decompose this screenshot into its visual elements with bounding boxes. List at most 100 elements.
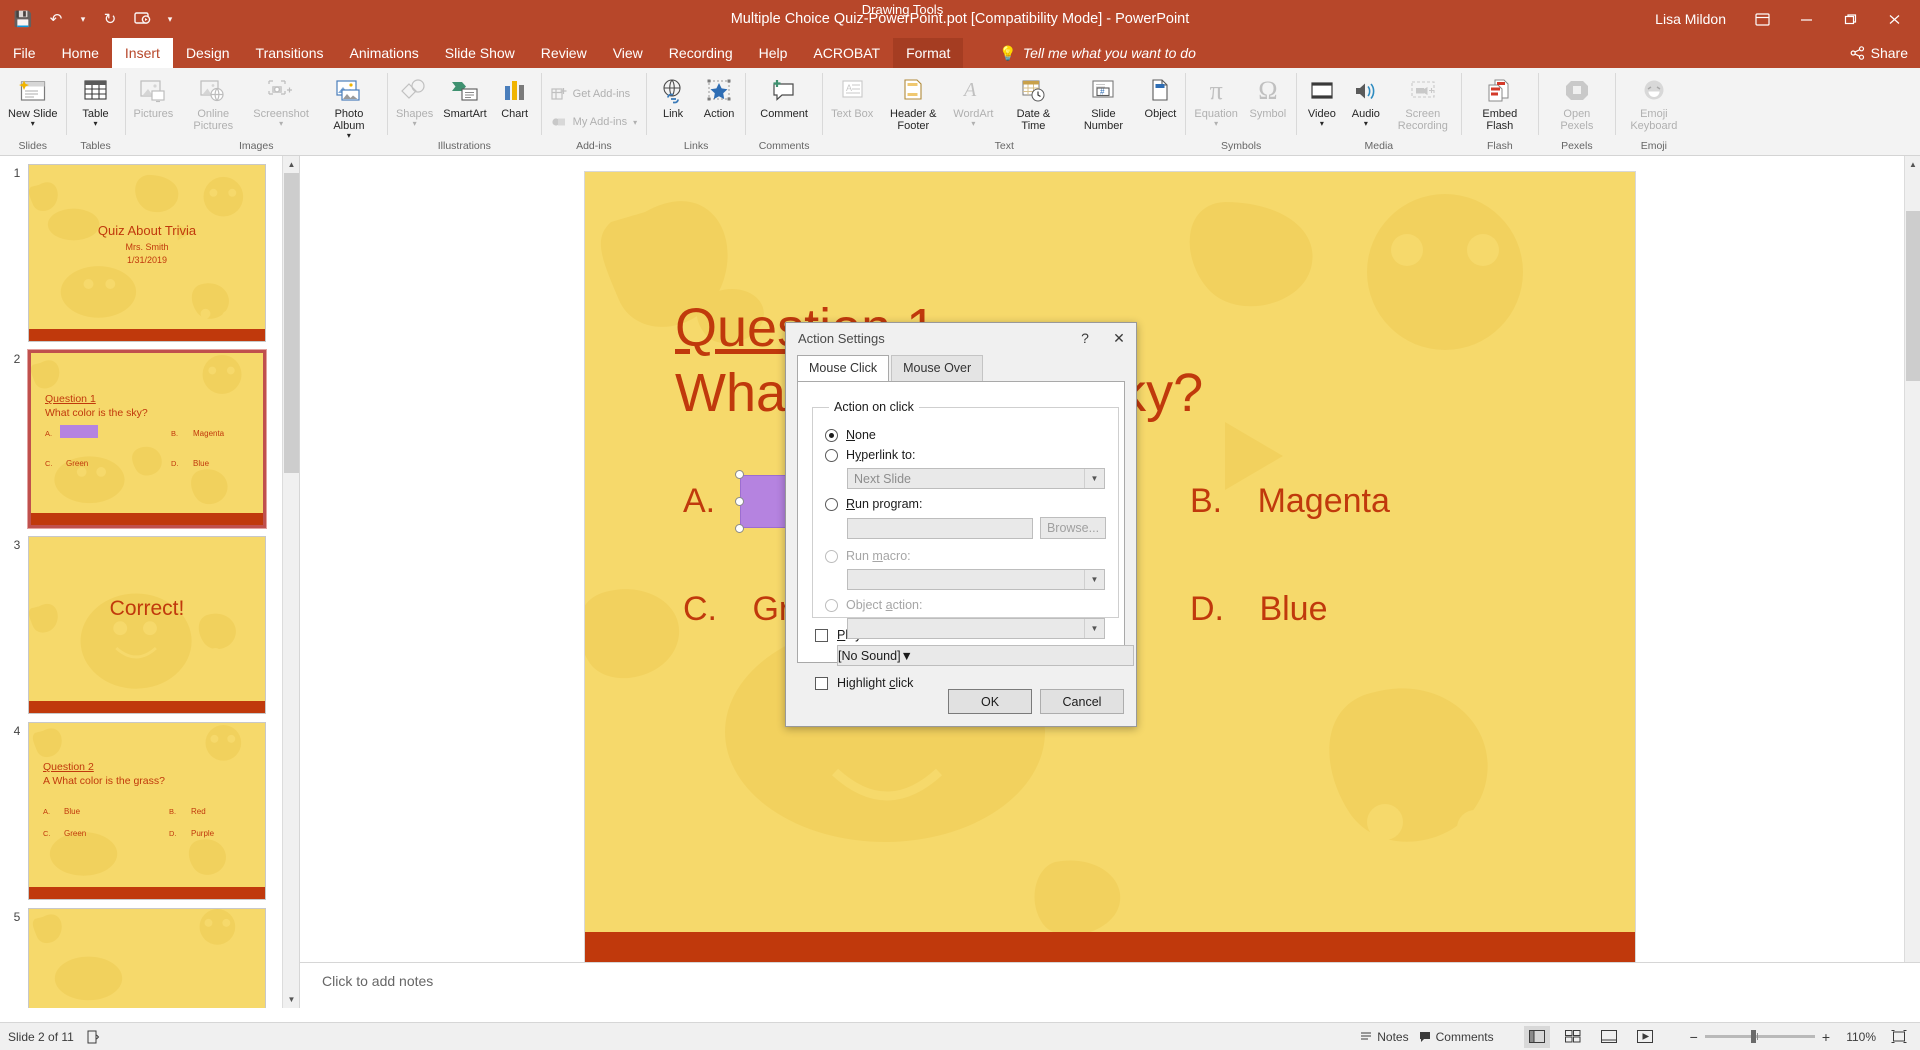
run-program-input[interactable] xyxy=(847,517,1033,539)
slide-count-label[interactable]: Slide 2 of 11 xyxy=(8,1030,74,1044)
radio-option-object-action[interactable]: Object action: xyxy=(825,598,1106,612)
chevron-down-icon[interactable]: ▾ xyxy=(971,120,975,128)
cancel-button[interactable]: Cancel xyxy=(1040,689,1124,714)
accessibility-checker-icon[interactable] xyxy=(86,1030,100,1044)
wordart-button[interactable]: A WordArt ▾ xyxy=(948,71,998,128)
slide-sorter-view-button[interactable] xyxy=(1560,1026,1586,1048)
action-button[interactable]: Action xyxy=(696,71,742,120)
chart-button[interactable]: Chart xyxy=(492,71,538,120)
radio-none-icon[interactable] xyxy=(825,428,838,442)
header-footer-button[interactable]: Header & Footer xyxy=(878,71,948,132)
highlight-click-checkbox[interactable] xyxy=(815,676,828,690)
answer-d[interactable]: D. Blue xyxy=(1190,590,1328,629)
selection-handle-top-left[interactable] xyxy=(735,470,744,479)
radio-run-program-icon[interactable] xyxy=(825,497,838,511)
ok-button[interactable]: OK xyxy=(948,689,1032,714)
selection-handle-middle-left[interactable] xyxy=(735,497,744,506)
scroll-up-icon[interactable]: ▲ xyxy=(283,156,299,173)
radio-hyperlink-icon[interactable] xyxy=(825,448,838,462)
normal-view-button[interactable] xyxy=(1523,1025,1550,1048)
tell-me-search[interactable]: 💡 Tell me what you want to do xyxy=(999,38,1195,68)
new-slide-button[interactable]: New Slide ▾ xyxy=(3,71,63,128)
restore-icon[interactable] xyxy=(1828,0,1872,38)
shapes-button[interactable]: Shapes ▾ xyxy=(391,71,438,128)
close-icon[interactable] xyxy=(1872,0,1916,38)
tab-slide-show[interactable]: Slide Show xyxy=(432,38,528,68)
zoom-out-button[interactable]: − xyxy=(1690,1029,1698,1045)
zoom-level-label[interactable]: 110% xyxy=(1840,1030,1876,1044)
equation-button[interactable]: π Equation ▾ xyxy=(1189,71,1242,128)
tab-recording[interactable]: Recording xyxy=(656,38,746,68)
undo-icon[interactable]: ↶ xyxy=(41,5,71,33)
comments-toggle[interactable]: Comments xyxy=(1419,1030,1494,1044)
slide-thumbnail-2[interactable]: Question 1 What color is the sky? A. B. … xyxy=(27,349,267,529)
open-pexels-button[interactable]: Open Pexels xyxy=(1542,71,1612,132)
save-icon[interactable]: 💾 xyxy=(8,5,38,33)
chevron-down-icon[interactable]: ▾ xyxy=(413,120,417,128)
undo-dropdown-icon[interactable]: ▾ xyxy=(74,5,92,33)
zoom-track[interactable] xyxy=(1704,1030,1815,1043)
pictures-button[interactable]: Pictures xyxy=(129,71,179,120)
share-button[interactable]: Share xyxy=(1850,45,1908,61)
chevron-down-icon[interactable]: ▾ xyxy=(279,120,283,128)
slide-thumbnail-3[interactable]: Correct! xyxy=(28,536,266,714)
tab-insert[interactable]: Insert xyxy=(111,38,173,68)
screenshot-button[interactable]: Screenshot ▾ xyxy=(248,71,314,128)
link-button[interactable]: Link xyxy=(650,71,696,120)
scroll-down-icon[interactable]: ▼ xyxy=(283,991,299,1008)
photo-album-button[interactable]: Photo Album ▾ xyxy=(314,71,384,140)
slide-thumbnail-1[interactable]: Quiz About Trivia Mrs. Smith 1/31/2019 xyxy=(28,164,266,342)
chevron-down-icon[interactable]: ▾ xyxy=(347,132,351,140)
chevron-down-icon[interactable]: ▾ xyxy=(1320,120,1324,128)
tab-transitions[interactable]: Transitions xyxy=(243,38,337,68)
tab-view[interactable]: View xyxy=(600,38,656,68)
slide-number-button[interactable]: # Slide Number xyxy=(1068,71,1138,132)
chevron-down-icon[interactable]: ▾ xyxy=(633,118,637,126)
fit-slide-to-window-icon[interactable] xyxy=(1886,1026,1912,1048)
chevron-down-icon[interactable]: ▾ xyxy=(31,120,35,128)
slide-thumbnail-4[interactable]: Question 2 A What color is the grass? A.… xyxy=(28,722,266,900)
tab-design[interactable]: Design xyxy=(173,38,243,68)
tab-mouse-over[interactable]: Mouse Over xyxy=(891,355,984,381)
chevron-down-icon[interactable]: ▾ xyxy=(1214,120,1218,128)
sound-dropdown[interactable]: [No Sound] ▼ xyxy=(837,645,1134,666)
video-button[interactable]: Video ▾ xyxy=(1300,71,1344,128)
zoom-slider[interactable]: − + xyxy=(1690,1029,1830,1045)
help-icon[interactable]: ? xyxy=(1068,323,1102,353)
play-sound-checkbox[interactable] xyxy=(815,628,828,642)
list-item[interactable]: 3 Correct! xyxy=(0,528,299,714)
tab-mouse-click[interactable]: Mouse Click xyxy=(797,355,890,381)
chevron-down-icon[interactable]: ▾ xyxy=(1364,120,1368,128)
zoom-in-button[interactable]: + xyxy=(1822,1029,1830,1045)
tab-review[interactable]: Review xyxy=(528,38,600,68)
answer-a-letter[interactable]: A. xyxy=(683,482,715,521)
customize-qat-icon[interactable]: ▾ xyxy=(161,5,179,33)
list-item[interactable]: 1 Quiz About Trivia Mrs. Smith 1/31/2019 xyxy=(0,156,299,342)
smartart-button[interactable]: SmartArt xyxy=(438,71,491,120)
slide-show-button[interactable] xyxy=(1632,1026,1658,1048)
tab-file[interactable]: File xyxy=(0,38,49,68)
tab-animations[interactable]: Animations xyxy=(336,38,431,68)
tab-format[interactable]: Format xyxy=(893,38,964,68)
radio-option-run-macro[interactable]: Run macro: xyxy=(825,549,1106,563)
close-icon[interactable]: ✕ xyxy=(1102,323,1136,353)
comment-button[interactable]: Comment xyxy=(749,71,819,120)
user-account-name[interactable]: Lisa Mildon xyxy=(1655,11,1726,27)
hyperlink-target-dropdown[interactable]: Next Slide ▼ xyxy=(847,468,1105,489)
radio-option-none[interactable]: NNoneone xyxy=(825,428,1106,442)
chevron-down-icon[interactable]: ▾ xyxy=(94,120,98,128)
chevron-down-icon[interactable]: ▼ xyxy=(1084,469,1104,488)
audio-button[interactable]: Audio ▾ xyxy=(1344,71,1388,128)
selection-handle-bottom-left[interactable] xyxy=(735,524,744,533)
radio-option-run-program[interactable]: Run program: xyxy=(825,497,1106,511)
slide-vertical-scrollbar[interactable]: ▲ ▼ xyxy=(1904,156,1920,1008)
tab-help[interactable]: Help xyxy=(746,38,801,68)
highlight-click-row[interactable]: Highlight click xyxy=(812,676,1110,690)
my-add-ins-button[interactable]: My Add-ins ▾ xyxy=(545,108,643,136)
reading-view-button[interactable] xyxy=(1596,1026,1622,1048)
slide-thumbnail-5[interactable] xyxy=(28,908,266,1008)
scrollbar-thumb[interactable] xyxy=(284,173,299,473)
table-button[interactable]: Table ▾ xyxy=(70,71,122,128)
action-settings-dialog[interactable]: Action Settings ? ✕ Mouse Click Mouse Ov… xyxy=(785,322,1137,727)
tab-home[interactable]: Home xyxy=(49,38,112,68)
